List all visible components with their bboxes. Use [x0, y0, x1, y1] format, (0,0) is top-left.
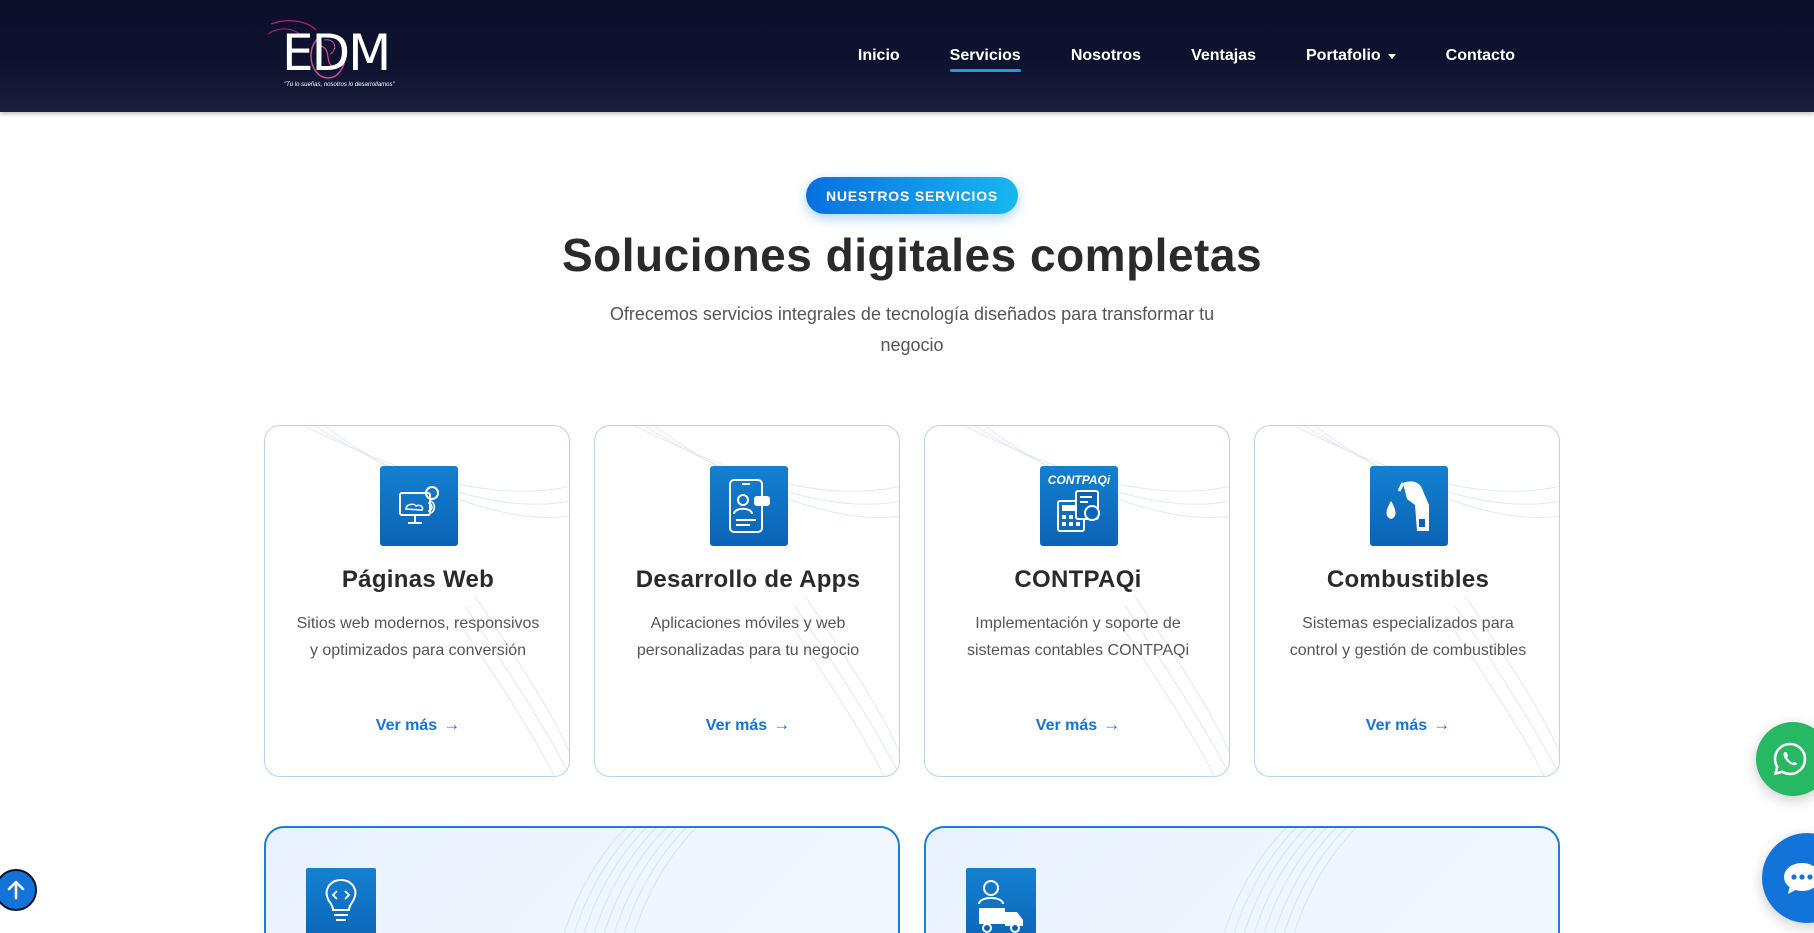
card-description: Implementación y soporte de sistemas con… [967, 615, 1189, 659]
nav-portafolio-dropdown[interactable]: Portafolio [1281, 0, 1421, 112]
ver-mas-label: Ver más [705, 717, 768, 734]
caret-down-icon [1387, 53, 1396, 59]
nav-contacto-label: Contacto [1445, 47, 1515, 64]
card-description: Sitios web modernos, responsivos y optim… [296, 615, 540, 659]
logo-tagline: "Tú lo sueñas, nosotros lo desarrollamos… [284, 82, 395, 88]
service-card-combustibles[interactable]: Combustibles Sistemas especializados par… [1254, 425, 1560, 777]
arrow-right-icon: → [1433, 715, 1451, 734]
card-title: Páginas Web [341, 566, 495, 593]
section-badge: NUESTROS SERVICIOS [806, 177, 1018, 214]
fuel-pump-icon [1370, 466, 1448, 546]
arrow-right-icon: → [773, 715, 791, 734]
ver-mas-label: Ver más [1035, 717, 1098, 734]
arrow-right-icon: → [443, 715, 461, 734]
card-title: Combustibles [1326, 566, 1490, 593]
service-card-paginas-web[interactable]: Páginas Web Sitios web modernos, respons… [264, 425, 570, 777]
mobile-app-icon [710, 466, 788, 546]
web-development-icon [380, 466, 458, 546]
nav-ventajas-label: Ventajas [1191, 47, 1256, 64]
ver-mas-link[interactable]: Ver más → [1255, 715, 1559, 735]
nav-servicios[interactable]: Servicios [925, 0, 1046, 112]
scroll-to-top-button[interactable] [0, 869, 37, 911]
site-header: EDM "Tú lo sueñas, nosotros lo desarroll… [0, 0, 1814, 112]
ver-mas-link[interactable]: Ver más → [925, 715, 1229, 735]
card-description: Aplicaciones móviles y web personalizada… [636, 615, 860, 659]
ver-mas-link[interactable]: Ver más → [265, 715, 569, 735]
feature-card-right[interactable] [924, 826, 1560, 933]
arrow-right-icon: → [1103, 715, 1121, 734]
site-logo[interactable]: EDM "Tú lo sueñas, nosotros lo desarroll… [266, 16, 401, 96]
contpaqi-logo-icon: CONTPAQi [1040, 466, 1118, 546]
service-card-contpaqi[interactable]: CONTPAQi CONTPAQi Implementación y sopor… [924, 425, 1230, 777]
card-title: CONTPAQi [1014, 566, 1142, 593]
service-card-desarrollo-apps[interactable]: Desarrollo de Apps Aplicaciones móviles … [594, 425, 900, 777]
chat-button[interactable] [1762, 833, 1814, 923]
lightbulb-code-icon [306, 868, 376, 933]
nav-nosotros[interactable]: Nosotros [1046, 0, 1166, 112]
nav-inicio-label: Inicio [857, 47, 900, 64]
whatsapp-icon [1773, 742, 1807, 776]
main-nav: Inicio Servicios Nosotros Ventajas Porta… [833, 0, 1540, 112]
ver-mas-label: Ver más [375, 717, 438, 734]
nav-inicio[interactable]: Inicio [833, 0, 925, 112]
nav-contacto[interactable]: Contacto [1421, 0, 1540, 112]
nav-servicios-label: Servicios [949, 47, 1021, 64]
whatsapp-button[interactable] [1756, 722, 1814, 796]
nav-ventajas[interactable]: Ventajas [1166, 0, 1281, 112]
nav-nosotros-label: Nosotros [1070, 47, 1142, 64]
logo-text: EDM [282, 24, 391, 82]
feature-card-left[interactable] [264, 826, 900, 933]
ver-mas-link[interactable]: Ver más → [595, 715, 899, 735]
chat-bubble-icon [1784, 863, 1814, 894]
ver-mas-label: Ver más [1365, 717, 1428, 734]
card-title: Desarrollo de Apps [635, 566, 861, 593]
section-title: Soluciones digitales completas [561, 229, 1263, 281]
arrow-up-icon [7, 880, 25, 900]
card-description: Sistemas especializados para control y g… [1289, 615, 1527, 659]
contpaqi-logo-text: CONTPAQi [1047, 473, 1111, 487]
delivery-truck-icon [966, 868, 1036, 933]
nav-portafolio-label: Portafolio [1306, 47, 1381, 64]
section-subtitle: Ofrecemos servicios integrales de tecnol… [609, 304, 1215, 355]
